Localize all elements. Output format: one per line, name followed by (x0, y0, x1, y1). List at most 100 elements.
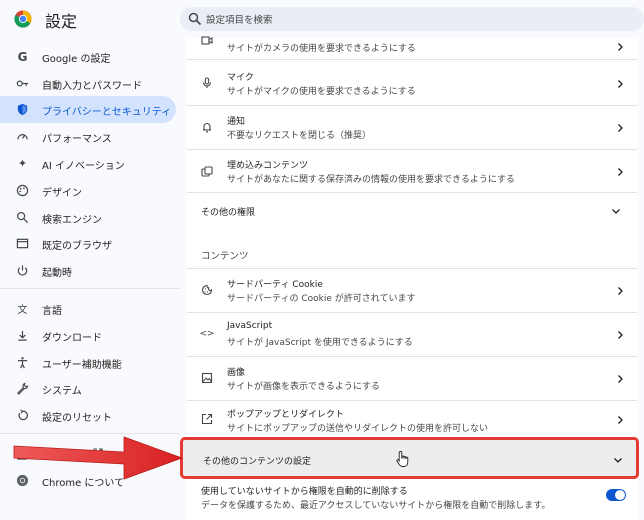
section-heading-content: コンテンツ (201, 251, 249, 262)
toggle-knob (615, 490, 625, 500)
row-title: 使用していないサイトから権限を自動的に削除する (201, 487, 408, 497)
row-subtitle: サイトがマイクの使用を要求できるようにする (227, 87, 416, 97)
sidebar-item-languages[interactable]: 文 言語 (0, 295, 176, 322)
chevron-right-icon (618, 43, 623, 51)
row-title: その他のコンテンツの設定 (203, 457, 312, 467)
chevron-right-icon (618, 80, 623, 88)
row-title: 画像 (227, 368, 246, 378)
reset-icon (18, 409, 28, 421)
chevron-right-icon (618, 124, 623, 132)
sidebar-item-on-startup[interactable]: 起動時 (0, 257, 176, 284)
sidebar-item-label: AI イノベーション (42, 161, 125, 172)
sidebar-item-label: ダウンロード (42, 333, 102, 344)
site-setting-embedded-content-row[interactable]: 埋め込みコンテンツ サイトがあなたに関する保存済みの情報の使用を要求できるように… (187, 150, 637, 192)
sidebar-item-google[interactable]: G Google の設定 (0, 43, 176, 70)
sidebar-item-default-browser[interactable]: 既定のブラウザ (0, 230, 176, 257)
row-subtitle: サイトが画像を表示できるようにする (227, 382, 380, 392)
camera-icon (201, 36, 213, 45)
cookie-icon (201, 284, 213, 296)
search-box[interactable]: 設定項目を検索 (180, 7, 644, 31)
sidebar-item-label: 検索エンジン (42, 215, 102, 226)
search-icon (16, 211, 29, 224)
sidebar-item-label: 拡張機能 (42, 451, 82, 462)
chevron-right-icon (618, 416, 623, 424)
download-icon (18, 330, 27, 341)
sidebar-item-privacy[interactable]: プライバシーとセキュリティ (0, 96, 176, 123)
key-icon (16, 80, 29, 87)
chevron-right-icon (618, 331, 623, 339)
header: 設定 設定項目を検索 (0, 0, 644, 38)
image-icon (201, 372, 213, 384)
sidebar-item-system[interactable]: システム (0, 375, 176, 402)
sidebar-item-label: パフォーマンス (42, 134, 112, 145)
wrench-icon (17, 382, 29, 395)
sidebar-item-reset[interactable]: 設定のリセット (0, 402, 176, 429)
row-title: 埋め込みコンテンツ (227, 161, 309, 171)
row-subtitle: サイトがカメラの使用を要求できるようにする (227, 44, 416, 54)
sidebar-item-label: Google の設定 (42, 54, 111, 65)
sidebar-item-label: デザイン (42, 188, 82, 199)
embedded-content-icon (201, 166, 213, 177)
row-title: JavaScript (227, 321, 273, 331)
sidebar-item-label: 既定のブラウザ (42, 241, 112, 252)
sidebar: G Google の設定 自動入力とパスワード プライバシーとセキュリティ パフ… (0, 40, 180, 520)
sidebar-item-performance[interactable]: パフォーマンス (0, 123, 176, 150)
row-title: サードパーティ Cookie (227, 280, 323, 290)
content-setting-popups-row[interactable]: ポップアップとリダイレクト サイトにポップアップの送信やリダイレクトの使用を許可… (187, 401, 637, 437)
chrome-icon (16, 474, 29, 487)
row-title: マイク (227, 73, 254, 83)
sidebar-item-label: 起動時 (42, 268, 72, 279)
sidebar-divider (0, 433, 180, 434)
sidebar-item-label: 設定のリセット (42, 413, 112, 424)
site-setting-notifications-row[interactable]: 通知 不要なリクエストを閉じる（推奨） (187, 106, 637, 149)
palette-icon (16, 184, 29, 197)
sidebar-item-label: Chrome について (42, 478, 125, 489)
search-input[interactable]: 設定項目を検索 (206, 12, 273, 26)
content-setting-third-party-cookies-row[interactable]: サードパーティ Cookie サードパーティの Cookie が許可されています (187, 269, 637, 312)
chevron-down-icon (614, 458, 622, 463)
browser-window-icon (16, 238, 29, 249)
content-setting-images-row[interactable]: 画像 サイトが画像を表示できるようにする (187, 357, 637, 400)
row-subtitle: サイトがあなたに関する保存済みの情報の使用を要求できるようにする (227, 175, 515, 185)
hand-cursor-icon (396, 451, 409, 467)
sidebar-item-autofill[interactable]: 自動入力とパスワード (0, 70, 176, 97)
sidebar-item-label: 自動入力とパスワード (42, 81, 142, 92)
chevron-right-icon (618, 375, 623, 383)
row-subtitle: 不要なリクエストを閉じる（推奨） (227, 131, 372, 141)
code-icon: <> (199, 329, 215, 339)
row-title: その他の権限 (201, 208, 256, 218)
sidebar-item-about-chrome[interactable]: Chrome について (0, 467, 176, 494)
chevron-right-icon (618, 287, 623, 295)
sidebar-item-ai[interactable]: ✦ AI イノベーション (0, 150, 176, 177)
search-icon (188, 12, 202, 26)
row-title: 通知 (227, 117, 246, 127)
sparkle-icon: ✦ (17, 157, 28, 170)
sidebar-item-extensions[interactable]: 拡張機能 (0, 440, 176, 467)
site-setting-camera-row[interactable]: サイトがカメラの使用を要求できるようにする (187, 36, 637, 59)
chevron-down-icon (612, 209, 620, 214)
sidebar-item-design[interactable]: デザイン (0, 177, 176, 204)
puzzle-icon (17, 448, 29, 460)
sidebar-item-downloads[interactable]: ダウンロード (0, 322, 176, 349)
page-title: 設定 (45, 12, 78, 31)
sidebar-item-label: 言語 (42, 306, 62, 317)
bell-icon (203, 123, 211, 133)
sidebar-item-label: プライバシーとセキュリティ (42, 107, 172, 118)
sidebar-item-accessibility[interactable]: ユーザー補助機能 (0, 349, 176, 376)
row-title: ポップアップとリダイレクト (227, 410, 345, 420)
chrome-logo-icon (14, 10, 32, 28)
sidebar-item-label: ユーザー補助機能 (42, 360, 122, 371)
sidebar-item-search-engine[interactable]: 検索エンジン (0, 204, 176, 231)
row-subtitle: サイトにポップアップの送信やリダイレクトの使用を許可しない (227, 424, 489, 434)
other-permissions-expander[interactable]: その他の権限 (187, 193, 637, 225)
row-subtitle: データを保護するため、最近アクセスしていないサイトから権限を自動で削除します。 (201, 501, 551, 511)
auto-revoke-toggle[interactable] (606, 489, 626, 501)
row-subtitle: サードパーティの Cookie が許可されています (227, 294, 416, 304)
site-setting-microphone-row[interactable]: マイク サイトがマイクの使用を要求できるようにする (187, 60, 637, 105)
content-setting-javascript-row[interactable]: <> JavaScript サイトが JavaScript を使用できるようにす… (187, 313, 637, 356)
chevron-right-icon (618, 168, 623, 176)
external-link-icon (93, 448, 103, 458)
power-icon (17, 265, 28, 276)
speedometer-icon (17, 134, 28, 140)
auto-revoke-permissions-row: 使用していないサイトから権限を自動的に削除する データを保護するため、最近アクセ… (187, 479, 637, 520)
